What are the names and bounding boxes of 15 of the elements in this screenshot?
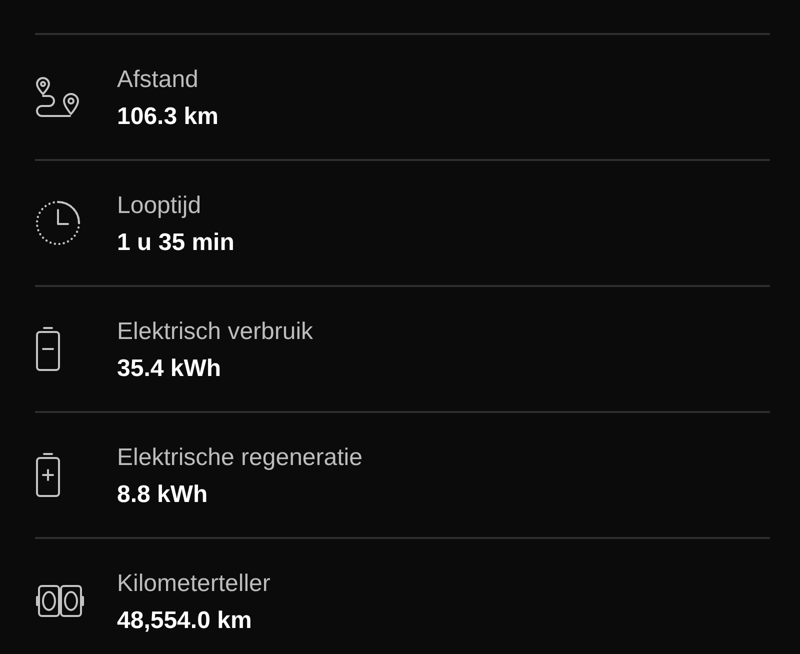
stat-value: 8.8 kWh xyxy=(117,480,209,508)
battery-minus-icon xyxy=(35,326,61,372)
stat-label: Afstand xyxy=(117,66,200,94)
stat-value: 106.3 km xyxy=(117,102,218,130)
battery-plus-icon xyxy=(35,452,61,498)
stat-value: 1 u 35 min xyxy=(117,228,234,256)
stat-label: Looptijd xyxy=(117,192,202,220)
clock-icon xyxy=(35,200,81,246)
odometer-icon xyxy=(35,584,85,618)
stat-value: 35.4 kWh xyxy=(117,354,222,382)
route-icon xyxy=(35,76,81,118)
stat-value: 48,554.0 km xyxy=(117,606,253,634)
stat-label: Kilometerteller xyxy=(117,570,270,598)
stat-label: Elektrische regeneratie xyxy=(117,444,362,472)
stat-label: Elektrisch verbruik xyxy=(117,318,314,346)
